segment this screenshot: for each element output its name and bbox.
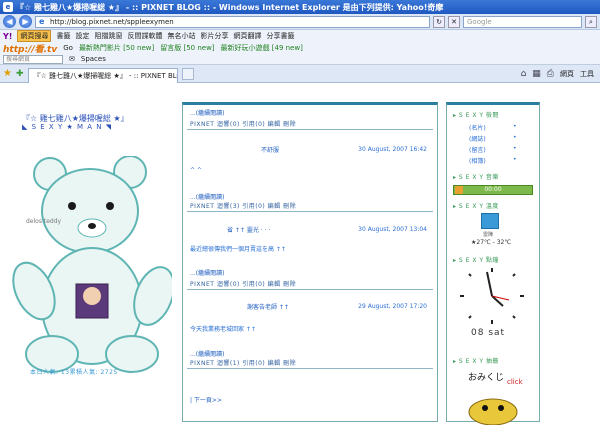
teddy-caption: delos teddy (26, 218, 62, 225)
print-icon[interactable]: ⎙ (547, 69, 554, 79)
clock-icon (460, 268, 524, 324)
bullet-icon: • (513, 123, 517, 130)
post-date: 30 August, 2007 16:42 (358, 146, 427, 153)
stop-icon[interactable]: ✕ (448, 15, 460, 28)
read-more-link[interactable]: ...(繼續閱讀) (190, 108, 224, 117)
add-favorite-icon[interactable]: ✚ (16, 69, 24, 79)
tools-menu[interactable]: 工具 (580, 69, 594, 79)
bullet-icon: • (513, 145, 517, 152)
post-date: 29 August, 2007 17:20 (358, 303, 427, 310)
sidebar-link-blog[interactable]: (網誌) (469, 134, 486, 143)
address-toolbar: ◀ ▶ http://blog.pixnet.net/sppleexymen ↻… (0, 14, 600, 30)
wretch-button[interactable]: 無名小站 (167, 31, 195, 41)
post-divider (187, 289, 433, 290)
popup-blocker-button[interactable]: 阻擋跳窗 (94, 31, 122, 41)
antispyware-button[interactable]: 反間諜軟體 (127, 31, 162, 41)
sidebar-head-weather: S E X Y 溫度 (453, 201, 499, 210)
sidebar-head-music: S E X Y 音樂 (453, 172, 499, 181)
post-footer[interactable]: PIXNET 迴響(0) 引用(0) 編輯 刪除 (190, 119, 430, 128)
read-more-link[interactable]: ...(繼續閱讀) (190, 268, 224, 277)
sidebar-link-album[interactable]: (相簿) (469, 156, 486, 165)
kan-tv-logo[interactable]: http://看.tv (3, 42, 57, 55)
weather-label: 雷陣 (483, 232, 494, 238)
window-title: 『☆ 雞七雞八★爆掃喔総 ★』 - :: PIXNET BLOG :: - Wi… (16, 2, 444, 12)
home-icon[interactable]: ⌂ (521, 69, 527, 79)
mail-icon[interactable]: ✉ (69, 55, 75, 63)
games-link[interactable]: 最新好玩小遊戲 [49 new] (221, 43, 303, 53)
post-body: ^ ^ (190, 167, 202, 174)
favorites-star-icon[interactable]: ★ (3, 68, 12, 79)
settings-button[interactable]: 設定 (75, 31, 89, 41)
post-title[interactable]: 謝客告老師 ↑↑ (247, 302, 289, 311)
sidebar-head-clock: S E X Y 點鐘 (453, 255, 499, 264)
post-body: 最近總很傳我們一個月賣這を高 ↑↑ (190, 246, 286, 253)
page-content: 『☆ 雞七雞八★爆掃喔総 ★』 ◣ S E X Y ★ M A N ◥ delo… (0, 84, 600, 436)
guestbook-link[interactable]: 留言版 [50 new] (160, 43, 214, 53)
web-search-button[interactable]: 網頁搜尋 (17, 30, 52, 42)
weather-temp: ★27℃ - 32℃ (471, 239, 512, 246)
speaker-icon[interactable] (455, 186, 463, 194)
sidebar-head-omikuji: S E X Y 抽籤 (453, 356, 499, 365)
posts-panel: ...(繼續閱讀) PIXNET 迴響(0) 引用(0) 編輯 刪除 不舒服 3… (182, 102, 438, 422)
refresh-icon[interactable]: ↻ (433, 15, 445, 28)
omikuji-click[interactable]: click (507, 378, 524, 386)
post-footer[interactable]: PIXNET 迴響(3) 引用(0) 編輯 刪除 (190, 201, 430, 210)
clock-date: 08 sat (471, 328, 506, 338)
video-share-button[interactable]: 影片分享 (200, 31, 228, 41)
music-time: 00:00 (484, 186, 502, 193)
share-bookmark-button[interactable]: 分享書籤 (266, 31, 294, 41)
kan-toolbar: http://看.tv Go 最新熱門影片 [50 new] 留言版 [50 n… (0, 42, 600, 54)
go-button[interactable]: Go (63, 44, 73, 52)
hot-videos-link[interactable]: 最新熱門影片 [50 new] (79, 43, 154, 53)
web-search-input[interactable]: 搜尋網頁 (3, 54, 63, 64)
sidebar-link-guestbook[interactable]: (留言) (469, 145, 486, 154)
teddy-bear-image (12, 156, 172, 373)
post-body: 今天我業務老城回家 ↑↑ (190, 326, 256, 333)
tab-active[interactable]: 『☆ 雞七雞八★爆掃喔総 ★』 - :: PIXNET BLO... (27, 67, 178, 83)
msn-toolbar: 搜尋網頁 ✉ Spaces (0, 54, 600, 65)
read-more-link[interactable]: ...(繼續閱讀) (190, 349, 224, 358)
tab-bar: ★ ✚ 『☆ 雞七雞八★爆掃喔総 ★』 - :: PIXNET BLO... ⌂… (0, 65, 600, 83)
forward-icon[interactable]: ▶ (19, 15, 32, 28)
bookmark-button[interactable]: 書籤 (56, 31, 70, 41)
feeds-icon[interactable]: ▦ (532, 69, 541, 79)
spaces-button[interactable]: Spaces (81, 55, 106, 63)
post-footer[interactable]: PIXNET 迴響(0) 引用(0) 編輯 刪除 (190, 279, 430, 288)
sidebar-panel: S E X Y 檢閱 (名片) • (網誌) • (留言) • (相簿) • S… (446, 102, 540, 425)
read-more-link[interactable]: ...(繼續閱讀) (190, 192, 224, 201)
blog-subtitle: ◣ S E X Y ★ M A N ◥ (22, 123, 113, 131)
music-player[interactable]: 00:00 (453, 185, 533, 195)
window-titlebar: e 『☆ 雞七雞八★爆掃喔総 ★』 - :: PIXNET BLOG :: - … (0, 0, 600, 14)
visitor-counter: 本日人氣: 13累積人氣: 2725 (30, 369, 118, 376)
post-footer[interactable]: PIXNET 迴響(1) 引用(0) 編輯 刪除 (190, 358, 430, 367)
search-input[interactable]: Google (463, 15, 582, 28)
search-icon[interactable]: ⌕ (585, 15, 597, 28)
post-divider (187, 368, 433, 369)
omikuji-widget[interactable]: おみくじ click (463, 370, 533, 425)
post-date: 30 August, 2007 13:04 (358, 226, 427, 233)
post-title[interactable]: 省 ↑↑ 靈光 · · · (227, 225, 270, 234)
weather-icon (481, 213, 499, 229)
address-input[interactable]: http://blog.pixnet.net/sppleexymen (35, 15, 430, 28)
sidebar-head-nav: S E X Y 檢閱 (453, 110, 499, 119)
yahoo-toolbar: Y! 網頁搜尋 書籤 設定 阻擋跳窗 反間諜軟體 無名小站 影片分享 網頁翻譯 … (0, 30, 600, 42)
post-title[interactable]: 不舒服 (261, 145, 279, 154)
sidebar-link-card[interactable]: (名片) (469, 123, 486, 132)
new-tab-button[interactable] (181, 67, 194, 80)
next-page-link[interactable]: | 下一頁>> (190, 395, 222, 404)
omikuji-label: おみくじ (468, 372, 504, 383)
post-divider (187, 129, 433, 130)
back-icon[interactable]: ◀ (3, 15, 16, 28)
bullet-icon: • (513, 156, 517, 163)
yahoo-logo[interactable]: Y! (3, 32, 12, 41)
post-divider (187, 211, 433, 212)
page-menu[interactable]: 網頁 (560, 69, 574, 79)
bullet-icon: • (513, 134, 517, 141)
translate-button[interactable]: 網頁翻譯 (233, 31, 261, 41)
ie-icon: e (3, 2, 13, 12)
